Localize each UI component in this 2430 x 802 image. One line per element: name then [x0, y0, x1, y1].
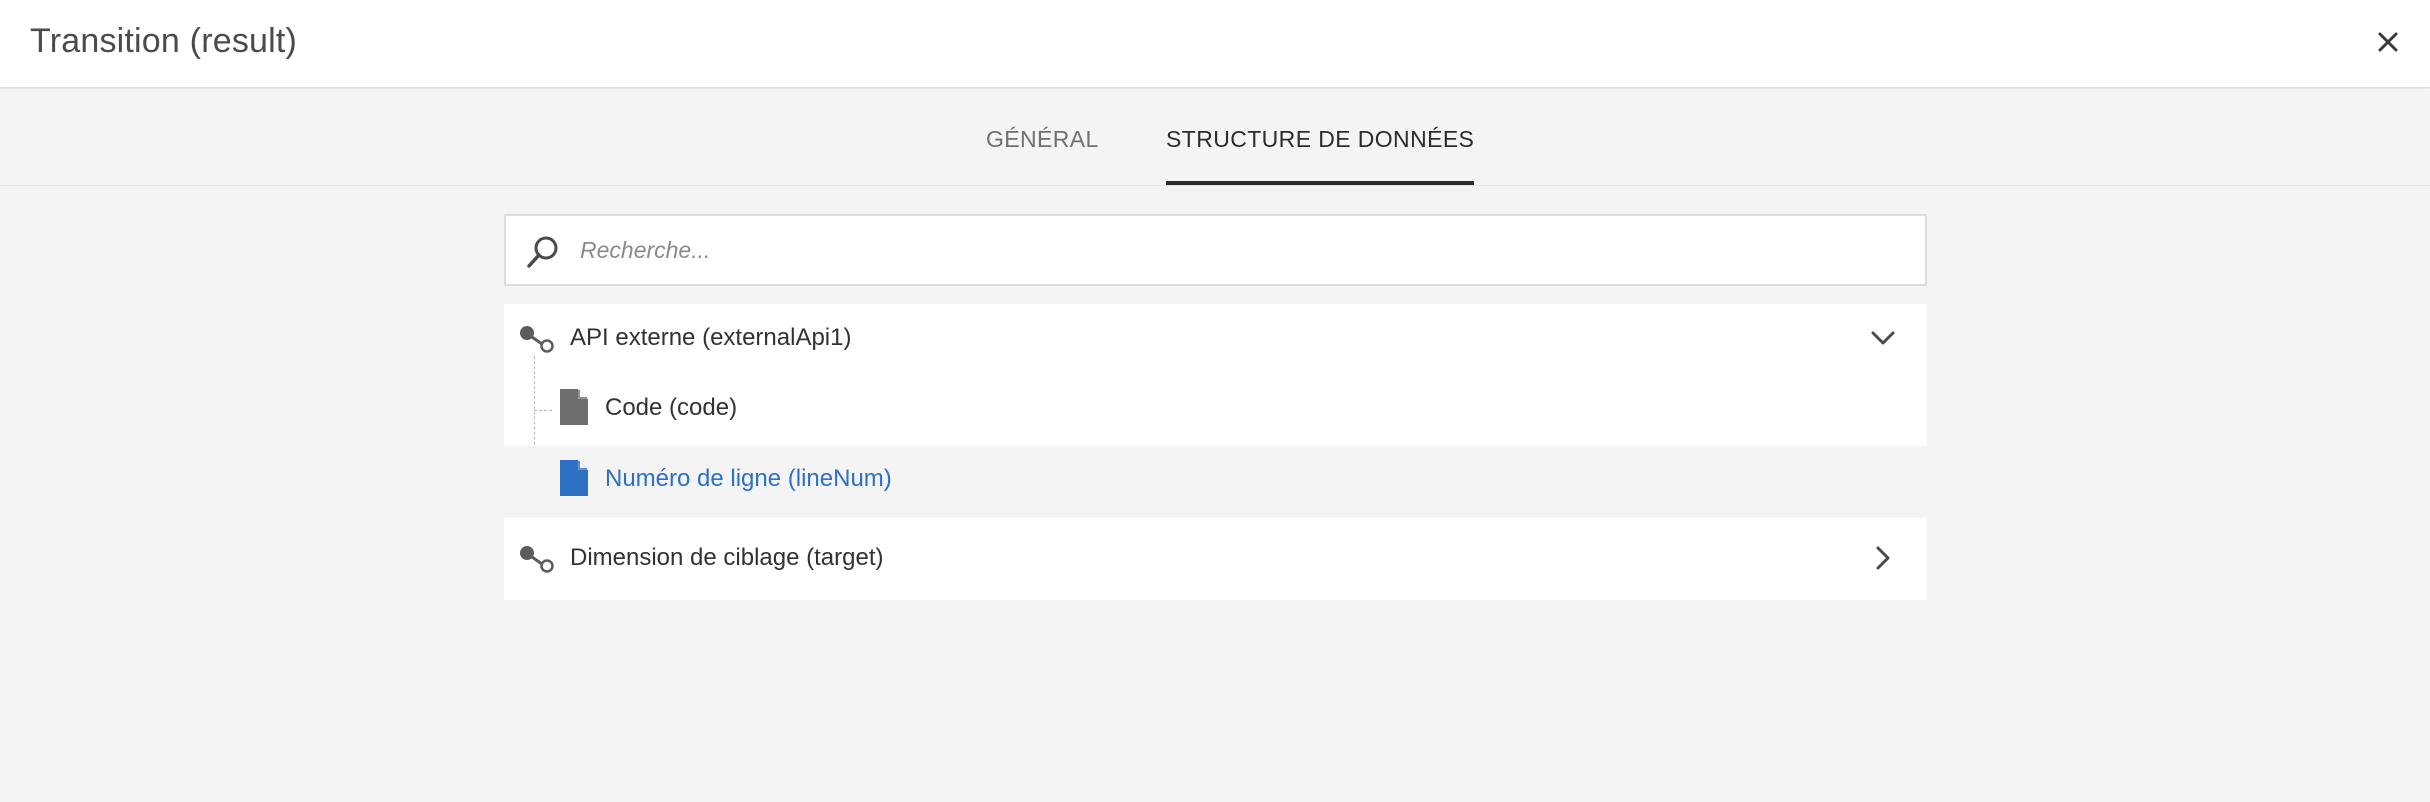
file-icon [560, 460, 588, 496]
dialog-header: Transition (result) [0, 0, 2430, 88]
transition-dialog: Transition (result) GÉNÉRAL STRUCTURE DE… [0, 0, 2430, 802]
tab-data-structure-label: STRUCTURE DE DONNÉES [1166, 126, 1475, 152]
link-node-icon [518, 544, 558, 574]
tree-node-panel: API externe (externalApi1) Code (code) N… [504, 304, 1927, 516]
chevron-down-icon[interactable] [1869, 324, 1897, 352]
dialog-title: Transition (result) [30, 22, 298, 60]
active-tab-indicator [1166, 181, 1475, 185]
search-box [504, 214, 1927, 286]
tree-node-external-api[interactable]: API externe (externalApi1) [504, 304, 1927, 374]
tree-leaf-label: Code (code) [605, 394, 738, 421]
search-input[interactable] [578, 216, 1908, 284]
search-icon [524, 233, 562, 271]
link-node-icon [518, 324, 558, 354]
file-icon [560, 389, 588, 425]
tab-general[interactable]: GÉNÉRAL [986, 89, 1099, 185]
tree-leaf-label: Numéro de ligne (lineNum) [605, 465, 892, 492]
tab-data-structure[interactable]: STRUCTURE DE DONNÉES [1166, 89, 1475, 185]
close-icon[interactable] [2372, 26, 2404, 58]
tree-node-label: API externe (externalApi1) [570, 324, 852, 351]
tree-leaf-line-number[interactable]: Numéro de ligne (lineNum) [504, 446, 1927, 516]
tree-node-targeting-dimension[interactable]: Dimension de ciblage (target) [504, 524, 1927, 594]
tree-node-panel: Dimension de ciblage (target) [504, 516, 1927, 600]
tree-leaf-code[interactable]: Code (code) [504, 375, 1927, 445]
tree-node-label: Dimension de ciblage (target) [570, 544, 884, 571]
tab-bar: GÉNÉRAL STRUCTURE DE DONNÉES [0, 89, 2430, 186]
chevron-right-icon[interactable] [1869, 544, 1897, 572]
